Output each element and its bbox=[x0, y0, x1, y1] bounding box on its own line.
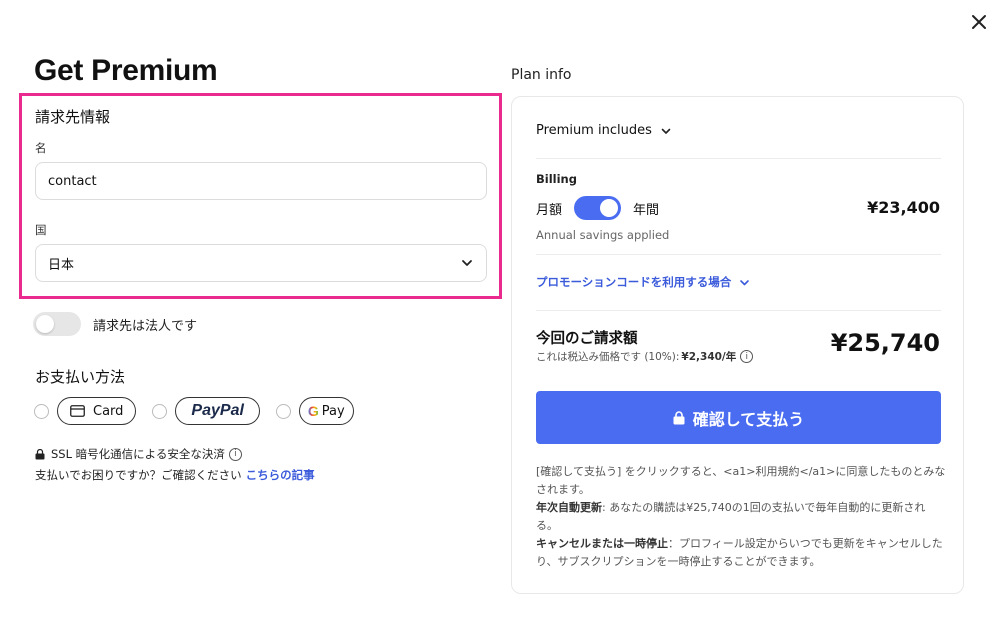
lock-icon bbox=[35, 448, 45, 459]
billing-section-title: 請求先情報 bbox=[35, 108, 111, 126]
corporate-toggle[interactable] bbox=[33, 312, 81, 336]
total-price: ¥25,740 bbox=[830, 329, 940, 357]
total-label: 今回のご請求額 bbox=[536, 331, 638, 347]
tax-text: これは税込み価格です (10%): bbox=[536, 351, 680, 363]
ssl-notice: SSL 暗号化通信による安全な決済 i bbox=[35, 446, 242, 462]
divider bbox=[536, 254, 941, 255]
help-text: 支払いでお困りですか？ご確認ください bbox=[35, 468, 242, 482]
name-label: 名 bbox=[35, 141, 47, 155]
country-label: 国 bbox=[35, 223, 47, 237]
chevron-down-icon bbox=[462, 260, 472, 266]
close-button[interactable] bbox=[967, 10, 991, 34]
ssl-text: SSL 暗号化通信による安全な決済 bbox=[51, 447, 225, 461]
name-input-value: contact bbox=[48, 173, 97, 189]
card-radio[interactable] bbox=[34, 403, 49, 419]
help-row: 支払いでお困りですか？ご確認ください こちらの記事 bbox=[35, 467, 315, 483]
confirm-pay-button[interactable]: 確認して支払う bbox=[536, 391, 941, 444]
gpay-radio[interactable] bbox=[275, 403, 291, 419]
promo-code-toggle[interactable]: プロモーションコードを利用する場合 bbox=[536, 274, 750, 290]
paypal-logo: PayPal bbox=[191, 402, 244, 419]
yearly-label: 年間 bbox=[633, 202, 660, 218]
paypal-option[interactable]: PayPal bbox=[175, 397, 260, 425]
plan-info-title: Plan info bbox=[511, 67, 572, 83]
tax-row: これは税込み価格です (10%): ¥2,340/年 i bbox=[536, 349, 754, 364]
terms-auto-renew: 年次自動更新: あなたの購読は¥25,740の1回の支払いで毎年自動的に更新され… bbox=[536, 499, 946, 535]
close-icon bbox=[972, 15, 986, 29]
billing-period-switch: 月額 年間 bbox=[536, 196, 659, 220]
page-title: Get Premium bbox=[34, 54, 218, 87]
payment-method-title: お支払い方法 bbox=[35, 368, 126, 386]
gpay-label: Pay bbox=[321, 403, 345, 419]
help-article-link[interactable]: こちらの記事 bbox=[246, 468, 315, 482]
chevron-down-icon bbox=[740, 279, 750, 285]
terms-auto-renew-title: 年次自動更新 bbox=[536, 501, 602, 514]
corporate-toggle-row: 請求先は法人です bbox=[33, 312, 197, 336]
card-option-label: Card bbox=[93, 403, 124, 419]
tax-amount: ¥2,340/年 bbox=[681, 351, 737, 363]
name-input[interactable]: contact bbox=[35, 162, 487, 200]
google-g-icon: G bbox=[307, 403, 319, 419]
plan-card: Premium includes Billing 月額 年間 ¥23,400 A… bbox=[511, 96, 964, 594]
promo-code-label: プロモーションコードを利用する場合 bbox=[536, 275, 732, 289]
card-option[interactable]: Card bbox=[57, 397, 137, 425]
card-icon bbox=[70, 405, 85, 417]
info-icon[interactable]: i bbox=[228, 447, 242, 461]
payment-options: Card PayPal G Pay bbox=[34, 397, 370, 425]
billing-label: Billing bbox=[536, 172, 577, 186]
info-icon[interactable]: i bbox=[740, 350, 754, 363]
corporate-toggle-label: 請求先は法人です bbox=[93, 318, 198, 334]
confirm-pay-label: 確認して支払う bbox=[692, 409, 805, 429]
gpay-option[interactable]: G Pay bbox=[298, 397, 354, 425]
savings-text: Annual savings applied bbox=[536, 228, 670, 242]
terms-cancel-title: キャンセルまたは一時停止 bbox=[536, 537, 668, 550]
chevron-down-icon bbox=[661, 128, 671, 134]
paypal-radio[interactable] bbox=[152, 403, 168, 419]
divider bbox=[536, 310, 941, 311]
divider bbox=[536, 158, 941, 159]
country-select-value: 日本 bbox=[48, 257, 75, 273]
premium-includes-label: Premium includes bbox=[536, 123, 652, 138]
premium-includes-toggle[interactable]: Premium includes bbox=[536, 123, 672, 138]
terms-text: [確認して支払う] をクリックすると、<a1>利用規約</a1>に同意したものと… bbox=[536, 463, 946, 571]
billing-period-toggle[interactable] bbox=[574, 196, 622, 220]
terms-agreement: [確認して支払う] をクリックすると、<a1>利用規約</a1>に同意したものと… bbox=[536, 465, 946, 496]
lock-icon bbox=[673, 410, 685, 424]
terms-cancel: キャンセルまたは一時停止：プロフィール設定からいつでも更新をキャンセルしたり、サ… bbox=[536, 535, 946, 571]
country-select[interactable]: 日本 bbox=[35, 244, 487, 282]
billing-price: ¥23,400 bbox=[867, 198, 940, 217]
monthly-label: 月額 bbox=[536, 202, 563, 218]
